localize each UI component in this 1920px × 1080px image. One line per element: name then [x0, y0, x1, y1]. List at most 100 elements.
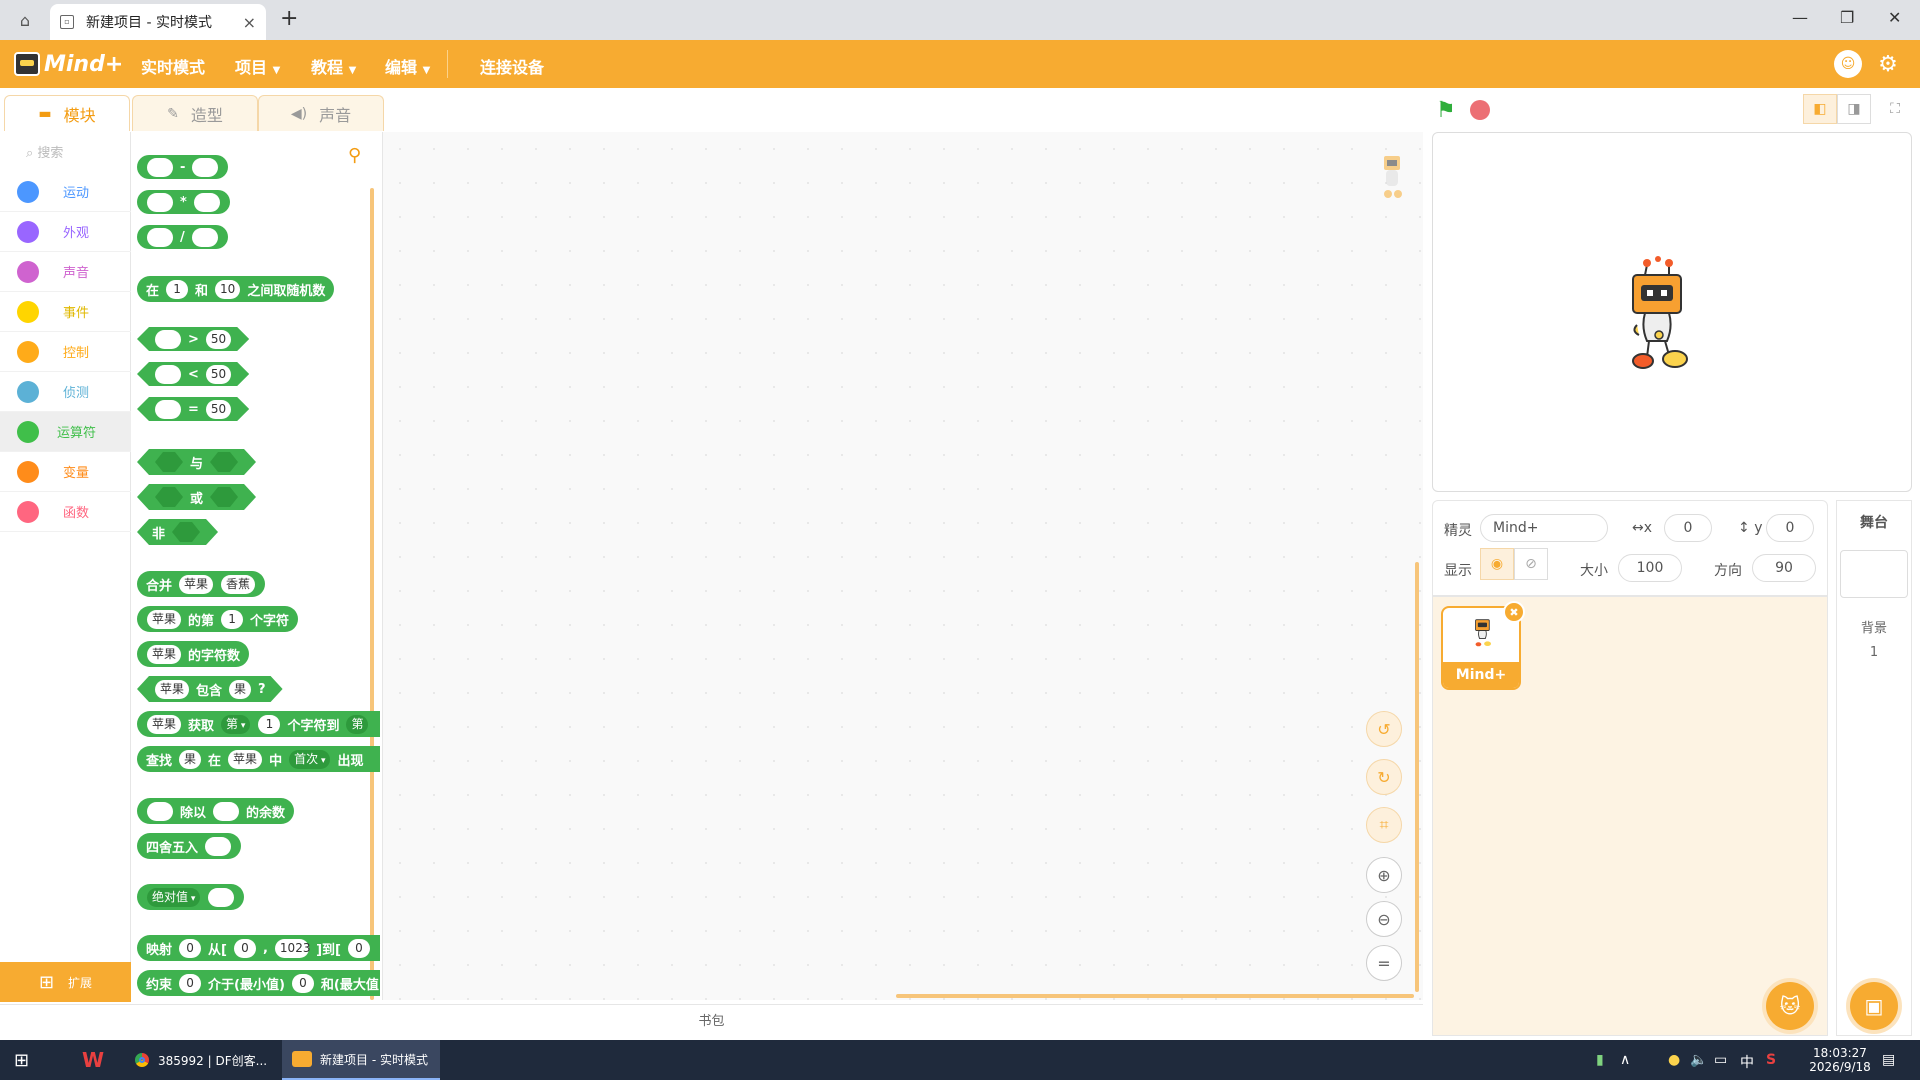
taskbar-mindplus[interactable]: 新建项目 - 实时模式 — [282, 1040, 440, 1080]
control-dot-icon — [17, 340, 39, 363]
zoom-reset-icon[interactable]: = — [1366, 945, 1402, 981]
home-icon[interactable]: ⌂ — [12, 8, 38, 32]
green-flag-icon[interactable]: ⚑ — [1436, 98, 1456, 123]
network-icon[interactable]: ▭ — [1714, 1052, 1727, 1068]
undo-icon[interactable]: ↺ — [1366, 711, 1402, 747]
category-looks[interactable]: 外观 — [0, 212, 131, 252]
zoom-in-icon[interactable]: ⊕ — [1366, 857, 1402, 893]
wps-icon[interactable]: W — [82, 1040, 104, 1080]
add-sprite-icon[interactable]: 🐱 — [1766, 982, 1814, 1030]
category-events[interactable]: 事件 — [0, 292, 131, 332]
hide-eye-icon[interactable]: ⊘ — [1514, 548, 1548, 580]
windows-taskbar: ⊞ W 385992 | DF创客... 新建项目 - 实时模式 ▮ ∧ ● 🔈… — [0, 1040, 1920, 1080]
block-less-than[interactable]: <50 — [137, 362, 249, 386]
block-random[interactable]: 在 1 和 10 之间取随机数 — [137, 276, 335, 302]
small-stage-icon[interactable]: ◧ — [1803, 94, 1837, 124]
pin-icon[interactable]: ⚲ — [348, 145, 361, 166]
browser-tab[interactable]: ▫ 新建项目 - 实时模式 × — [50, 4, 266, 40]
redo-icon[interactable]: ↻ — [1366, 759, 1402, 795]
block-round[interactable]: 四舍五入 — [137, 833, 242, 859]
category-variables[interactable]: 变量 — [0, 452, 131, 492]
block-join[interactable]: 合并 苹果 香蕉 — [137, 571, 266, 597]
block-subtract[interactable]: - — [137, 155, 229, 179]
stage-canvas[interactable] — [1432, 132, 1912, 492]
crop-icon[interactable]: ⌗ — [1366, 807, 1402, 843]
functions-dot-icon — [17, 500, 39, 523]
y-input[interactable]: 0 — [1766, 514, 1814, 542]
sprite-thumbnail — [1475, 619, 1491, 647]
palette-scrollbar[interactable] — [370, 188, 374, 1000]
close-window-button[interactable]: ✕ — [1888, 8, 1901, 27]
block-and[interactable]: 与 — [137, 449, 256, 475]
windows-start-icon[interactable]: ⊞ — [14, 1040, 29, 1080]
block-not[interactable]: 非 — [137, 519, 218, 545]
block-letter-of[interactable]: 苹果 的第 1 个字符 — [137, 606, 299, 632]
direction-input[interactable]: 90 — [1752, 554, 1816, 582]
backdrop-thumbnail[interactable] — [1840, 550, 1908, 598]
block-constrain[interactable]: 约束 0 介于(最小值) 0 和(最大值) — [137, 970, 380, 996]
menu-connect-device[interactable]: 连接设备 — [480, 54, 544, 78]
workspace-vertical-scrollbar[interactable] — [1415, 562, 1419, 992]
notification-icon[interactable]: ▤ — [1882, 1052, 1895, 1068]
menu-project[interactable]: 项目 ▼ — [235, 54, 280, 78]
workspace-horizontal-scrollbar[interactable] — [896, 994, 1414, 998]
block-find[interactable]: 查找果在苹果中首次出现 — [137, 746, 380, 772]
volume-icon[interactable]: 🔈 — [1690, 1052, 1707, 1068]
block-divide[interactable]: / — [137, 225, 228, 249]
block-equals[interactable]: = 50 — [137, 397, 249, 421]
show-label: 显示 — [1444, 563, 1472, 579]
tab-costumes[interactable]: ✎ 造型 — [132, 95, 258, 131]
restore-button[interactable]: ❐ — [1840, 8, 1854, 27]
backpack-bar[interactable]: 书包 — [0, 1004, 1423, 1038]
category-sensing[interactable]: 侦测 — [0, 372, 131, 412]
trash-icon[interactable]: ✖ — [1503, 601, 1525, 623]
tray-expand-icon[interactable]: ∧ — [1620, 1052, 1630, 1068]
tab-close-icon[interactable]: × — [243, 13, 256, 32]
new-tab-button[interactable]: + — [280, 6, 298, 31]
tab-blocks[interactable]: ▬ 模块 — [4, 95, 130, 131]
caret-down-icon: ▼ — [422, 65, 431, 76]
menu-realtime-mode[interactable]: 实时模式 — [141, 54, 205, 78]
mindplus-robot-sprite[interactable] — [1619, 255, 1699, 395]
robot-icon[interactable]: ☺ — [1834, 50, 1862, 78]
category-functions[interactable]: 函数 — [0, 492, 131, 532]
block-modulo[interactable]: 除以 的余数 — [137, 798, 295, 824]
sprite-name-input[interactable]: Mind+ — [1480, 514, 1608, 542]
block-length-of[interactable]: 苹果 的字符数 — [137, 641, 250, 667]
menu-tutorial[interactable]: 教程 ▼ — [311, 54, 356, 78]
tray-app-icon[interactable]: ● — [1668, 1052, 1680, 1068]
taskbar-chrome[interactable]: 385992 | DF创客... — [128, 1040, 278, 1080]
block-multiply[interactable]: * — [137, 190, 230, 214]
show-eye-icon[interactable]: ◉ — [1480, 548, 1514, 580]
add-backdrop-icon[interactable]: ▣ — [1850, 982, 1898, 1030]
x-input[interactable]: 0 — [1664, 514, 1712, 542]
block-math-function[interactable]: 绝对值 — [137, 884, 245, 910]
search-input[interactable]: ⌕ 搜索 — [26, 142, 63, 161]
block-greater-than[interactable]: >50 — [137, 327, 249, 351]
clock[interactable]: 18:03:27 2026/9/18 — [1800, 1040, 1880, 1080]
stage-title: 舞台 — [1860, 515, 1888, 531]
large-stage-icon[interactable]: ◨ — [1837, 94, 1871, 124]
battery-icon[interactable]: ▮ — [1596, 1052, 1604, 1068]
sogou-icon[interactable]: S — [1766, 1052, 1776, 1068]
sprite-name-label: 精灵 — [1444, 523, 1472, 539]
extension-button[interactable]: ⊞ 扩展 — [0, 962, 131, 1002]
menu-edit[interactable]: 编辑 ▼ — [385, 54, 430, 78]
category-operators[interactable]: 运算符 — [0, 412, 131, 452]
block-map[interactable]: 映射 0 从[0, 1023]到[0 — [137, 935, 380, 961]
ime-indicator[interactable]: 中 — [1740, 1052, 1754, 1072]
category-motion[interactable]: 运动 — [0, 172, 131, 212]
block-substring[interactable]: 苹果获取第1个字符到第 — [137, 711, 380, 737]
minimize-button[interactable]: — — [1792, 8, 1808, 27]
block-or[interactable]: 或 — [137, 484, 256, 510]
category-sound[interactable]: 声音 — [0, 252, 131, 292]
category-control[interactable]: 控制 — [0, 332, 131, 372]
stop-icon[interactable] — [1470, 100, 1490, 120]
size-input[interactable]: 100 — [1618, 554, 1682, 582]
block-contains[interactable]: 苹果 包含果? — [137, 676, 283, 702]
zoom-out-icon[interactable]: ⊖ — [1366, 901, 1402, 937]
gear-icon[interactable]: ⚙ — [1874, 50, 1902, 78]
tab-sounds[interactable]: ◀) 声音 — [258, 95, 384, 131]
fullscreen-icon[interactable]: ⛶ — [1878, 94, 1912, 124]
code-workspace[interactable] — [382, 132, 1423, 1000]
